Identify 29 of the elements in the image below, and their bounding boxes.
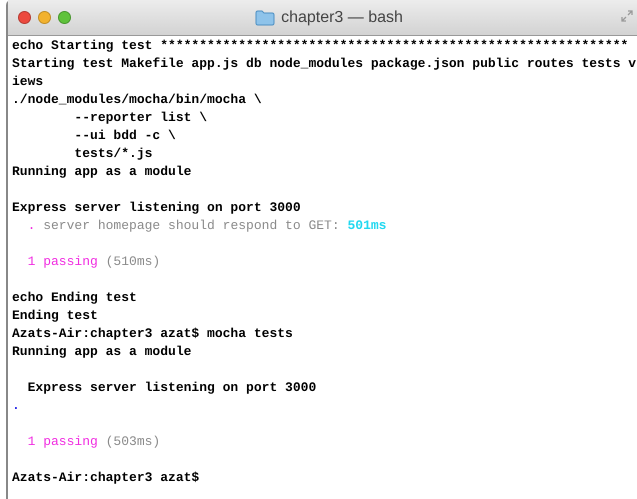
terminal-text: Running app as a module [12, 164, 192, 179]
terminal-text: Starting test Makefile app.js db node_modules package.json public routes tests v [12, 56, 636, 71]
terminal-text: (510ms) [104, 254, 160, 269]
terminal-text: Running app as a module [12, 344, 192, 359]
terminal-text: Azats-Air:chapter3 azat$ [12, 470, 200, 485]
window-title: chapter3 — bash [281, 8, 403, 28]
close-button[interactable] [18, 11, 31, 24]
terminal-text: Ending test [12, 308, 98, 323]
terminal-text: echo Starting test ************************************************************ [12, 38, 628, 53]
terminal-text: 1 passing [26, 254, 98, 269]
terminal-text: --ui bdd -c \ [73, 128, 176, 143]
terminal-text: 501ms [347, 218, 386, 233]
terminal-text: Express server listening on port 3000 [12, 200, 301, 215]
terminal-text: ./node_modules/mocha/bin/mocha \ [12, 92, 262, 107]
minimize-button[interactable] [38, 11, 51, 24]
terminal-text: Azats-Air:chapter3 azat$ mocha tests [12, 326, 293, 341]
terminal-text: tests/*.js [73, 146, 152, 161]
terminal-text: Express server listening on port 3000 [26, 380, 316, 395]
terminal-text: . [26, 218, 36, 233]
terminal-text: . [12, 398, 20, 413]
terminal-text: --reporter list \ [73, 110, 208, 125]
terminal-text: iews [12, 74, 44, 89]
terminal-text: 1 passing [26, 434, 98, 449]
zoom-button[interactable] [58, 11, 71, 24]
terminal-text: server homepage should respond to GET: [42, 218, 341, 233]
terminal-text: (503ms) [104, 434, 160, 449]
fullscreen-icon[interactable] [621, 10, 633, 22]
terminal-text: echo Ending test [12, 290, 137, 305]
folder-icon [255, 10, 276, 26]
